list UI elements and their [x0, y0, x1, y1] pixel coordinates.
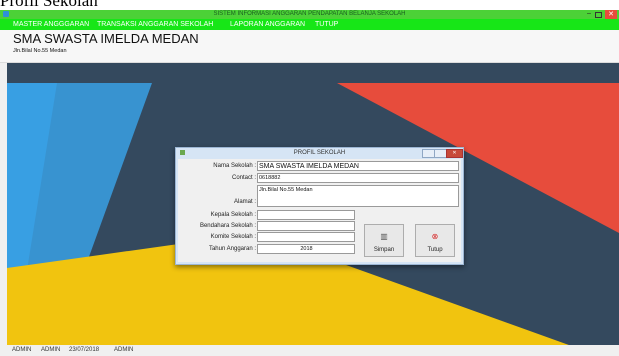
bendahara-sekolah-field[interactable] — [257, 221, 355, 231]
school-header: SMA SWASTA IMELDA MEDAN Jln.Bilal No.55 … — [0, 30, 619, 63]
tutup-label: Tutup — [427, 247, 443, 253]
nama-sekolah-field[interactable]: SMA SWASTA IMELDA MEDAN — [257, 161, 459, 171]
label-kepala-sekolah: Kepala Sekolah : — [210, 212, 256, 218]
kepala-sekolah-field[interactable] — [257, 210, 355, 220]
alamat-field[interactable]: Jln.Bilal No.55 Medan — [257, 185, 459, 207]
menu-bar: MASTER ANGGGARAN TRANSAKSI ANGGARAN SEKO… — [0, 19, 619, 30]
menu-item-transaksi-anggaran[interactable]: TRANSAKSI ANGGARAN SEKOLAH — [97, 19, 213, 30]
maximize-button[interactable] — [595, 12, 602, 18]
label-nama-sekolah: Nama Sekolah : — [213, 163, 256, 169]
status-bar: ADMIN ADMIN 23/07/2018 ADMIN — [0, 345, 619, 356]
menu-item-tutup[interactable]: TUTUP — [315, 19, 338, 30]
close-circle-icon: ⊗ — [431, 232, 439, 241]
dialog-title: PROFIL SEKOLAH — [293, 150, 346, 156]
document-fragment-text: Profil Sekolah — [0, 0, 98, 10]
profil-sekolah-dialog: PROFIL SEKOLAH ✕ Nama Sekolah : SMA SWAS… — [175, 147, 464, 265]
close-button[interactable]: ✕ — [605, 10, 617, 19]
contact-field[interactable]: 0618882 — [257, 173, 459, 183]
tutup-button[interactable]: ⊗ Tutup — [415, 224, 455, 257]
window-titlebar[interactable]: SISTEM INFORMASI ANGGARAN PENDAPATAN BEL… — [0, 10, 619, 19]
simpan-label: Simpan — [373, 247, 395, 253]
document-fragment: Profil Sekolah — [0, 0, 130, 10]
minimize-button[interactable]: – — [585, 10, 593, 19]
status-role: ADMIN — [114, 347, 134, 353]
dialog-close-button[interactable]: ✕ — [446, 149, 463, 158]
dialog-body: Nama Sekolah : SMA SWASTA IMELDA MEDAN C… — [178, 159, 461, 262]
header-address: Jln.Bilal No.55 Medan — [13, 48, 67, 54]
status-user-2: ADMIN — [41, 347, 61, 353]
status-user-1: ADMIN — [12, 347, 32, 353]
menu-item-laporan-anggaran[interactable]: LAPORAN ANGGARAN — [230, 19, 305, 30]
komite-sekolah-field[interactable] — [257, 232, 355, 242]
label-bendahara-sekolah: Bendahara Sekolah : — [199, 223, 256, 229]
save-icon: ▥ — [380, 232, 388, 241]
label-komite-sekolah: Komite Sekolah : — [210, 234, 256, 240]
label-alamat: Alamat : — [233, 199, 256, 205]
window-title: SISTEM INFORMASI ANGGARAN PENDAPATAN BEL… — [213, 11, 406, 17]
label-contact: Contact : — [231, 175, 256, 181]
label-tahun-anggaran: Tahun Anggaran : — [208, 246, 256, 252]
tahun-anggaran-field[interactable]: 2018 — [257, 244, 355, 254]
status-date: 23/07/2018 — [69, 347, 100, 353]
menu-item-master-anggaran[interactable]: MASTER ANGGGARAN — [13, 19, 89, 30]
simpan-button[interactable]: ▥ Simpan — [364, 224, 404, 257]
header-school-name: SMA SWASTA IMELDA MEDAN — [13, 31, 199, 46]
dialog-titlebar[interactable]: PROFIL SEKOLAH ✕ — [176, 148, 463, 158]
